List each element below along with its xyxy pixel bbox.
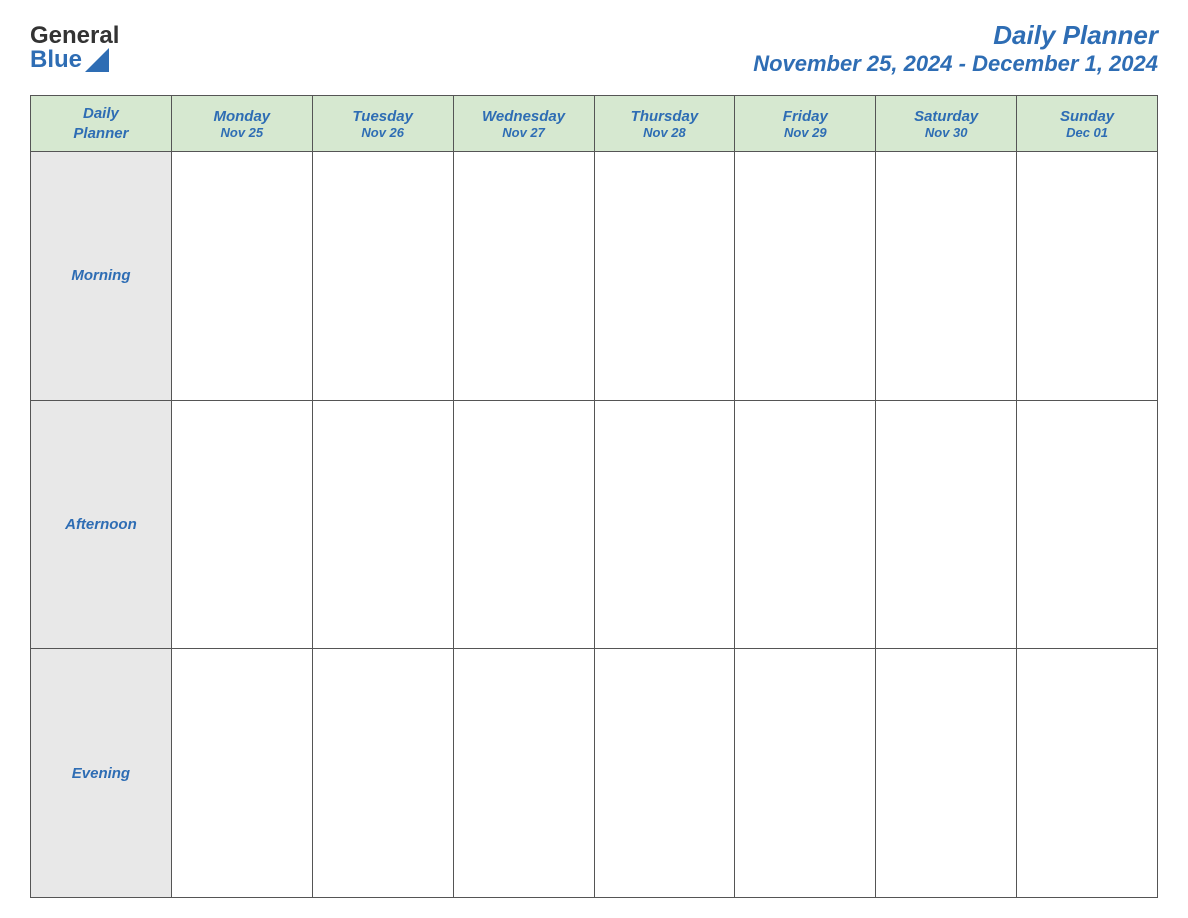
evening-label: Evening bbox=[31, 649, 172, 898]
header-wednesday-date: Nov 27 bbox=[458, 125, 590, 140]
header-tuesday: Tuesday Nov 26 bbox=[312, 96, 453, 152]
header: General Blue Daily Planner November 25, … bbox=[30, 20, 1158, 77]
header-saturday-name: Saturday bbox=[880, 108, 1012, 125]
header-daily-planner: Daily Planner bbox=[31, 96, 172, 152]
logo-triangle-icon bbox=[85, 48, 109, 72]
header-monday-name: Monday bbox=[176, 108, 308, 125]
header-sunday-name: Sunday bbox=[1021, 108, 1153, 125]
evening-thursday[interactable] bbox=[594, 649, 735, 898]
header-col1-line1: Daily bbox=[83, 105, 119, 122]
header-sunday-date: Dec 01 bbox=[1021, 125, 1153, 140]
evening-tuesday[interactable] bbox=[312, 649, 453, 898]
afternoon-sunday[interactable] bbox=[1017, 400, 1158, 649]
evening-sunday[interactable] bbox=[1017, 649, 1158, 898]
afternoon-tuesday[interactable] bbox=[312, 400, 453, 649]
header-thursday-date: Nov 28 bbox=[599, 125, 731, 140]
header-thursday-name: Thursday bbox=[599, 108, 731, 125]
header-wednesday-name: Wednesday bbox=[458, 108, 590, 125]
morning-tuesday[interactable] bbox=[312, 152, 453, 401]
morning-saturday[interactable] bbox=[876, 152, 1017, 401]
morning-label: Morning bbox=[31, 152, 172, 401]
page-subtitle: November 25, 2024 - December 1, 2024 bbox=[753, 51, 1158, 77]
afternoon-friday[interactable] bbox=[735, 400, 876, 649]
header-sunday: Sunday Dec 01 bbox=[1017, 96, 1158, 152]
header-friday-date: Nov 29 bbox=[739, 125, 871, 140]
page-title: Daily Planner bbox=[753, 20, 1158, 51]
header-tuesday-date: Nov 26 bbox=[317, 125, 449, 140]
header-thursday: Thursday Nov 28 bbox=[594, 96, 735, 152]
header-saturday-date: Nov 30 bbox=[880, 125, 1012, 140]
header-saturday: Saturday Nov 30 bbox=[876, 96, 1017, 152]
page: General Blue Daily Planner November 25, … bbox=[0, 0, 1188, 918]
evening-friday[interactable] bbox=[735, 649, 876, 898]
morning-friday[interactable] bbox=[735, 152, 876, 401]
morning-sunday[interactable] bbox=[1017, 152, 1158, 401]
evening-saturday[interactable] bbox=[876, 649, 1017, 898]
logo-text-blue: Blue bbox=[30, 46, 82, 74]
afternoon-thursday[interactable] bbox=[594, 400, 735, 649]
logo: General Blue bbox=[30, 24, 119, 74]
header-friday: Friday Nov 29 bbox=[735, 96, 876, 152]
afternoon-monday[interactable] bbox=[171, 400, 312, 649]
morning-thursday[interactable] bbox=[594, 152, 735, 401]
header-wednesday: Wednesday Nov 27 bbox=[453, 96, 594, 152]
header-tuesday-name: Tuesday bbox=[317, 108, 449, 125]
table-header-row: Daily Planner Monday Nov 25 Tuesday Nov … bbox=[31, 96, 1158, 152]
morning-monday[interactable] bbox=[171, 152, 312, 401]
evening-wednesday[interactable] bbox=[453, 649, 594, 898]
title-block: Daily Planner November 25, 2024 - Decemb… bbox=[753, 20, 1158, 77]
morning-row: Morning bbox=[31, 152, 1158, 401]
afternoon-label: Afternoon bbox=[31, 400, 172, 649]
afternoon-saturday[interactable] bbox=[876, 400, 1017, 649]
header-friday-name: Friday bbox=[739, 108, 871, 125]
logo-text-general: General bbox=[30, 24, 119, 48]
header-monday: Monday Nov 25 bbox=[171, 96, 312, 152]
header-monday-date: Nov 25 bbox=[176, 125, 308, 140]
evening-row: Evening bbox=[31, 649, 1158, 898]
evening-monday[interactable] bbox=[171, 649, 312, 898]
afternoon-wednesday[interactable] bbox=[453, 400, 594, 649]
afternoon-row: Afternoon bbox=[31, 400, 1158, 649]
morning-wednesday[interactable] bbox=[453, 152, 594, 401]
header-col1-line2: Planner bbox=[73, 125, 128, 142]
planner-table: Daily Planner Monday Nov 25 Tuesday Nov … bbox=[30, 95, 1158, 898]
